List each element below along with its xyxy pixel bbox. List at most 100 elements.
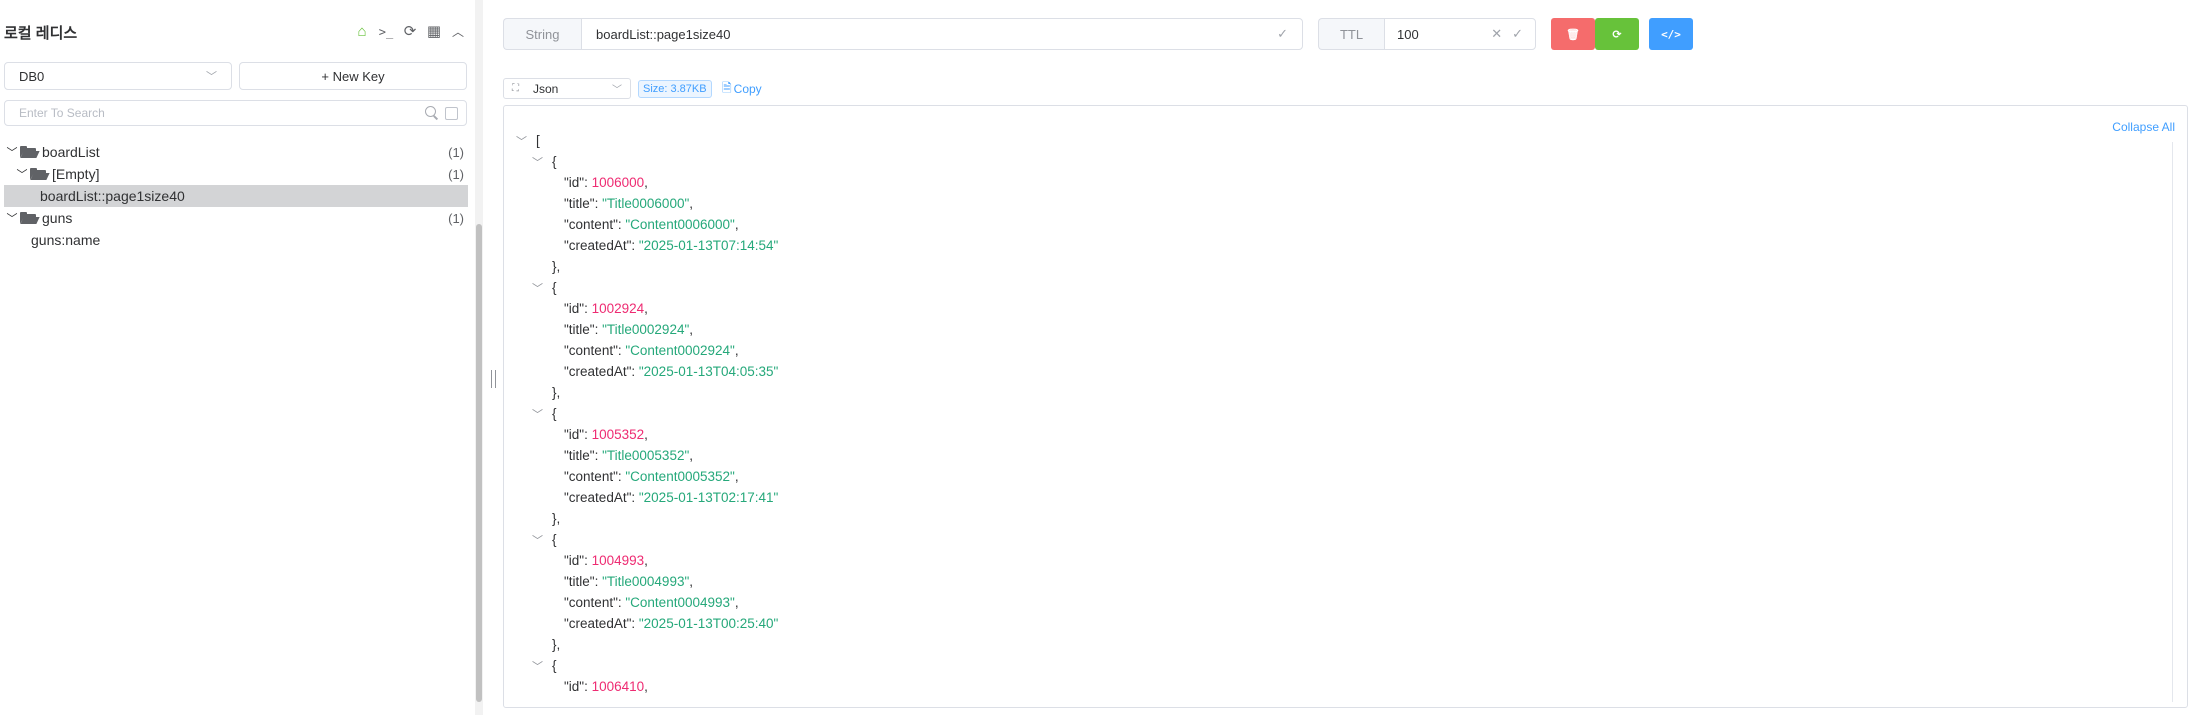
json-key: "title": xyxy=(564,448,603,463)
chevron-up-icon[interactable]: ︿ xyxy=(450,24,466,40)
ttl-input[interactable]: 100 ✕ ✓ xyxy=(1384,18,1536,50)
terminal-icon[interactable]: >_ xyxy=(378,24,394,40)
check-icon[interactable]: ✓ xyxy=(1512,26,1523,42)
json-line: "content": "Content0006000", xyxy=(516,214,778,235)
json-comma: , xyxy=(644,553,648,568)
chevron-down-icon[interactable]: ﹀ xyxy=(532,406,552,422)
json-line: ﹀{ xyxy=(516,151,778,172)
tree-key-label: guns:name xyxy=(31,232,101,248)
chevron-down-icon[interactable]: ﹀ xyxy=(532,658,552,674)
chevron-down-icon[interactable]: ﹀ xyxy=(532,280,552,296)
tree-folder-empty[interactable]: ﹀ [Empty] (1) xyxy=(4,163,468,185)
copy-button[interactable]: 🗎 Copy xyxy=(722,80,762,98)
json-comma: , xyxy=(644,427,648,442)
json-string: "Title0006000" xyxy=(602,196,690,211)
chevron-down-icon[interactable]: ﹀ xyxy=(532,532,552,548)
json-number: 1006000 xyxy=(591,175,645,190)
json-line: "id": 1006000, xyxy=(516,172,778,193)
json-string: "Title0002924" xyxy=(602,322,690,337)
json-key: "createdAt": xyxy=(564,490,639,505)
viewer-scrollbar[interactable] xyxy=(2172,142,2173,702)
json-line: "id": 1002924, xyxy=(516,298,778,319)
delete-key-button[interactable]: 🗑 xyxy=(1551,18,1595,50)
json-key: "createdAt": xyxy=(564,364,639,379)
json-key: "id": xyxy=(564,175,592,190)
sidebar-scrollbar-thumb[interactable] xyxy=(476,224,482,702)
document-icon: 🗎 xyxy=(722,80,732,95)
sidebar: 로컬 레디스 ⌂ >_ ⟳ ▦ ︿ DB0 ﹀ + New Key ﹀ boar… xyxy=(0,0,470,715)
chevron-down-icon[interactable]: ﹀ xyxy=(6,210,18,226)
json-brace: }, xyxy=(552,511,561,526)
json-key: "title": xyxy=(564,574,603,589)
json-comma: , xyxy=(689,448,694,463)
close-icon[interactable]: ✕ xyxy=(1491,26,1502,42)
key-name-value: boardList::page1size40 xyxy=(596,26,731,42)
code-icon: </> xyxy=(1661,27,1681,41)
json-comma: , xyxy=(734,343,739,358)
tree-folder-label: [Empty] xyxy=(52,166,100,182)
db-select-value: DB0 xyxy=(19,68,45,84)
json-string: "Content0002924" xyxy=(625,343,735,358)
json-string: "2025-01-13T04:05:35" xyxy=(638,364,779,379)
json-line: "id": 1004993, xyxy=(516,550,778,571)
collapse-all-button[interactable]: Collapse All xyxy=(2112,120,2175,134)
json-comma: , xyxy=(689,196,694,211)
tree-key-boardlist-page1size40[interactable]: boardList::page1size40 xyxy=(4,185,468,207)
search-icon[interactable] xyxy=(425,106,439,120)
json-line: "createdAt": "2025-01-13T04:05:35" xyxy=(516,361,778,382)
refresh-key-button[interactable]: ⟳ xyxy=(1595,18,1639,50)
json-brace: { xyxy=(552,406,557,421)
chevron-down-icon[interactable]: ﹀ xyxy=(516,133,536,149)
json-line: ﹀{ xyxy=(516,403,778,424)
json-line: "createdAt": "2025-01-13T02:17:41" xyxy=(516,487,778,508)
chevron-down-icon[interactable]: ﹀ xyxy=(532,154,552,170)
json-brace: { xyxy=(552,280,557,295)
json-number: 1004993 xyxy=(591,553,645,568)
json-line: "id": 1006410, xyxy=(516,676,778,697)
json-line: }, xyxy=(516,382,778,403)
exact-search-checkbox[interactable] xyxy=(445,106,458,120)
new-key-label: + New Key xyxy=(321,68,385,84)
home-icon[interactable]: ⌂ xyxy=(354,24,370,40)
json-string: "Content0006000" xyxy=(625,217,735,232)
tree-folder-boardlist[interactable]: ﹀ boardList (1) xyxy=(4,141,468,163)
json-key: "createdAt": xyxy=(564,616,639,631)
json-brace: { xyxy=(552,658,557,673)
json-number: 1006410 xyxy=(591,679,645,694)
json-string: "2025-01-13T02:17:41" xyxy=(638,490,779,505)
json-brace: }, xyxy=(552,385,561,400)
pane-splitter[interactable] xyxy=(491,370,496,388)
tree-key-label: boardList::page1size40 xyxy=(40,188,185,204)
tree-key-guns-name[interactable]: guns:name xyxy=(4,229,468,251)
key-tree: ﹀ boardList (1) ﹀ [Empty] (1) boardList:… xyxy=(4,141,468,251)
json-key: "title": xyxy=(564,322,603,337)
format-select[interactable]: ⛶ Json ﹀ xyxy=(503,78,631,99)
refresh-icon[interactable]: ⟳ xyxy=(402,24,418,40)
refresh-icon: ⟳ xyxy=(1612,28,1622,41)
tree-folder-guns[interactable]: ﹀ guns (1) xyxy=(4,207,468,229)
db-select[interactable]: DB0 ﹀ xyxy=(4,62,232,90)
json-line: ﹀{ xyxy=(516,655,778,676)
json-comma: , xyxy=(644,301,648,316)
check-icon[interactable]: ✓ xyxy=(1277,26,1288,42)
chevron-down-icon: ﹀ xyxy=(206,71,217,83)
json-bracket: [ xyxy=(536,133,540,148)
json-comma: , xyxy=(689,574,694,589)
search-input[interactable] xyxy=(19,106,425,120)
json-line: "id": 1005352, xyxy=(516,424,778,445)
connection-name[interactable]: 로컬 레디스 xyxy=(4,22,354,43)
new-key-button[interactable]: + New Key xyxy=(239,62,467,90)
json-comma: , xyxy=(734,217,739,232)
json-key: "content": xyxy=(564,217,626,232)
json-brace: { xyxy=(552,532,557,547)
code-view-button[interactable]: </> xyxy=(1649,18,1693,50)
json-comma: , xyxy=(689,322,694,337)
json-line: "content": "Content0005352", xyxy=(516,466,778,487)
key-name-input[interactable]: boardList::page1size40 ✓ xyxy=(581,18,1303,50)
grid-icon[interactable]: ▦ xyxy=(426,24,442,40)
chevron-down-icon: ﹀ xyxy=(612,85,622,96)
chevron-down-icon[interactable]: ﹀ xyxy=(16,166,28,182)
json-body: ﹀[ ﹀{ "id": 1006000, "title": "Title0006… xyxy=(516,130,778,697)
chevron-down-icon[interactable]: ﹀ xyxy=(6,144,18,160)
json-string: "2025-01-13T00:25:40" xyxy=(638,616,779,631)
